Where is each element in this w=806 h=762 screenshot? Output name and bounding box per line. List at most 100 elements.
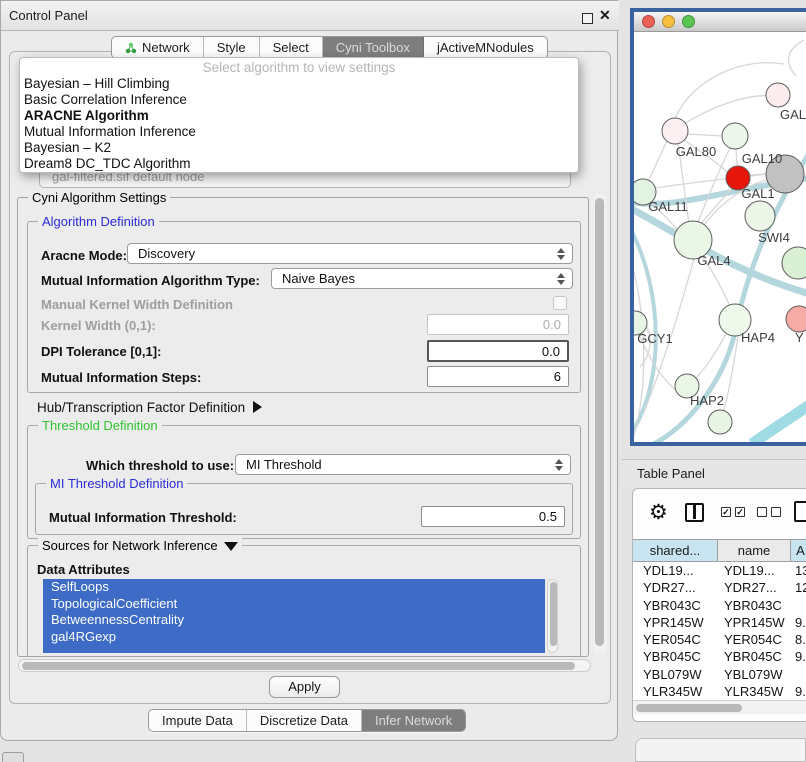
close-icon[interactable]: ✕ <box>599 7 611 24</box>
graph-node-swi4[interactable] <box>745 201 775 231</box>
table-horizontal-scrollbar[interactable] <box>633 700 806 714</box>
tab-network[interactable]: Network <box>112 37 204 58</box>
table-cell: YBL079W <box>633 666 718 683</box>
tab-jactivemnodules[interactable]: jActiveMNodules <box>424 37 547 58</box>
attribute-item-selected[interactable]: SelfLoops <box>43 579 545 596</box>
minimized-panel-chip[interactable] <box>2 752 24 762</box>
node-label: GAL80 <box>676 144 716 159</box>
node-label: SWI4 <box>758 230 790 245</box>
table-row[interactable]: YDR27...YDR27...12 <box>633 579 806 596</box>
column-header[interactable]: A <box>791 540 806 561</box>
tab-select[interactable]: Select <box>260 37 323 58</box>
minimize-traffic-light-icon[interactable] <box>662 15 675 28</box>
combo-stepper-icon <box>557 273 565 285</box>
settings-horizontal-scrollbar[interactable] <box>18 659 591 672</box>
network-icon <box>125 42 137 54</box>
table-cell: YER054C <box>718 631 791 648</box>
aracne-mode-combo[interactable]: Discovery <box>127 243 573 264</box>
attributes-list-scrollbar[interactable] <box>547 579 558 653</box>
network-graph-canvas[interactable]: GALGAL80GAL10GAL1GAL11SWI4GAL4GCY1HAP4YH… <box>634 32 806 442</box>
network-view-window: GALGAL80GAL10GAL1GAL11SWI4GAL4GCY1HAP4YH… <box>630 8 806 446</box>
which-threshold-combo[interactable]: MI Threshold <box>235 454 571 475</box>
document-icon[interactable] <box>794 501 806 522</box>
table-cell: YBR045C <box>633 648 718 665</box>
graph-node-bottom[interactable] <box>708 410 732 434</box>
table-row[interactable]: YBL079WYBL079W <box>633 666 806 683</box>
checked-checkbox-icon[interactable]: ✓ <box>721 507 731 517</box>
control-panel-titlebar <box>1 1 619 31</box>
mi-threshold-label: Mutual Information Threshold: <box>49 510 237 525</box>
tab-label: Discretize Data <box>260 713 348 728</box>
graph-node-gal10[interactable] <box>722 123 748 149</box>
kernel-width-field[interactable]: 0.0 <box>427 314 569 335</box>
float-window-icon[interactable] <box>582 13 593 24</box>
mi-type-combo[interactable]: Naive Bayes <box>271 268 573 289</box>
node-label: GAL10 <box>742 151 782 166</box>
tab-label: Cyni Toolbox <box>336 40 410 55</box>
data-attributes-label: Data Attributes <box>37 562 130 577</box>
zoom-traffic-light-icon[interactable] <box>682 15 695 28</box>
attribute-item-selected[interactable]: gal4RGexp <box>43 629 545 646</box>
apply-button[interactable]: Apply <box>269 676 340 698</box>
algorithm-dropdown-list: Select algorithm to view settings Bayesi… <box>19 57 579 173</box>
tab-infer-network[interactable]: Infer Network <box>362 710 465 731</box>
checked-checkbox-icon[interactable]: ✓ <box>735 507 745 517</box>
table-cell: YBL079W <box>718 666 791 683</box>
gear-icon[interactable]: ⚙ <box>649 500 668 525</box>
node-label: GAL <box>780 107 806 122</box>
algorithm-option[interactable]: Bayesian – K2 <box>20 140 578 156</box>
table-row[interactable]: YBR043CYBR043C <box>633 597 806 614</box>
attribute-item-partial[interactable] <box>43 645 545 653</box>
control-panel-window: Control Panel ✕ NetworkStyleSelectCyni T… <box>0 0 618 741</box>
settings-group-title: Cyni Algorithm Settings <box>28 190 170 205</box>
table-panel: ⚙ ✓ ✓ shared...nameA YDL19...YDL19...13Y… <box>632 488 806 722</box>
graph-node-y-salmon[interactable] <box>786 306 806 332</box>
tab-discretize-data[interactable]: Discretize Data <box>247 710 362 731</box>
table-cell: YDR27... <box>633 579 718 596</box>
unchecked-checkbox-icon[interactable] <box>757 507 767 517</box>
cyni-bottom-tabs: Impute Data Discretize Data Infer Network <box>148 709 466 732</box>
graph-node-right-green[interactable] <box>782 247 806 279</box>
column-header[interactable]: name <box>718 540 791 561</box>
table-cell: YDL19... <box>633 562 718 579</box>
table-cell: 12 <box>791 579 806 596</box>
dpi-tolerance-field[interactable]: 0.0 <box>427 340 569 362</box>
sources-group-title[interactable]: Sources for Network Inference <box>38 538 242 553</box>
tab-cyni-toolbox[interactable]: Cyni Toolbox <box>323 37 424 58</box>
which-threshold-label: Which threshold to use: <box>86 458 234 473</box>
attribute-item-selected[interactable]: BetweennessCentrality <box>43 612 545 629</box>
table-row[interactable]: YDL19...YDL19...13 <box>633 562 806 579</box>
algorithm-option[interactable]: Mutual Information Inference <box>20 124 578 140</box>
attribute-item-selected[interactable]: TopologicalCoefficient <box>43 596 545 613</box>
node-label: HAP4 <box>741 330 775 345</box>
table-cell: 9. <box>791 683 806 700</box>
table-cell: YLR345W <box>718 683 791 700</box>
table-row[interactable]: YBR045CYBR045C9. <box>633 648 806 665</box>
tab-style[interactable]: Style <box>204 37 260 58</box>
tab-impute-data[interactable]: Impute Data <box>149 710 247 731</box>
table-row[interactable]: YER054CYER054C8. <box>633 631 806 648</box>
control-panel-tabs: NetworkStyleSelect Cyni Toolbox jActiveMNo… <box>111 36 548 59</box>
node-label: GAL1 <box>741 186 774 201</box>
mi-steps-field[interactable]: 6 <box>427 366 569 387</box>
which-threshold-value: MI Threshold <box>246 457 322 472</box>
graph-node-top-pink[interactable] <box>766 83 790 107</box>
hub-definition-toggle[interactable]: Hub/Transcription Factor Definition <box>37 400 262 415</box>
manual-kernel-checkbox[interactable] <box>553 296 567 310</box>
column-header[interactable]: shared... <box>633 540 718 561</box>
node-label: GAL11 <box>648 199 688 214</box>
settings-vertical-scrollbar[interactable] <box>593 194 607 656</box>
algorithm-option[interactable]: Dream8 DC_TDC Algorithm <box>20 156 578 172</box>
close-traffic-light-icon[interactable] <box>642 15 655 28</box>
mi-threshold-field[interactable]: 0.5 <box>421 506 565 527</box>
unchecked-checkbox-icon[interactable] <box>771 507 781 517</box>
algorithm-option[interactable]: ARACNE Algorithm <box>20 108 578 124</box>
table-row[interactable]: YPR145WYPR145W9. <box>633 614 806 631</box>
table-row[interactable]: YLR345WYLR345W9. <box>633 683 806 700</box>
sources-group-label: Sources for Network Inference <box>42 538 218 553</box>
algorithm-option[interactable]: Basic Correlation Inference <box>20 92 578 108</box>
columns-icon[interactable] <box>685 503 704 522</box>
combo-stepper-icon <box>555 459 563 471</box>
algorithm-option[interactable]: Bayesian – Hill Climbing <box>20 76 578 92</box>
graph-node-gal80[interactable] <box>662 118 688 144</box>
